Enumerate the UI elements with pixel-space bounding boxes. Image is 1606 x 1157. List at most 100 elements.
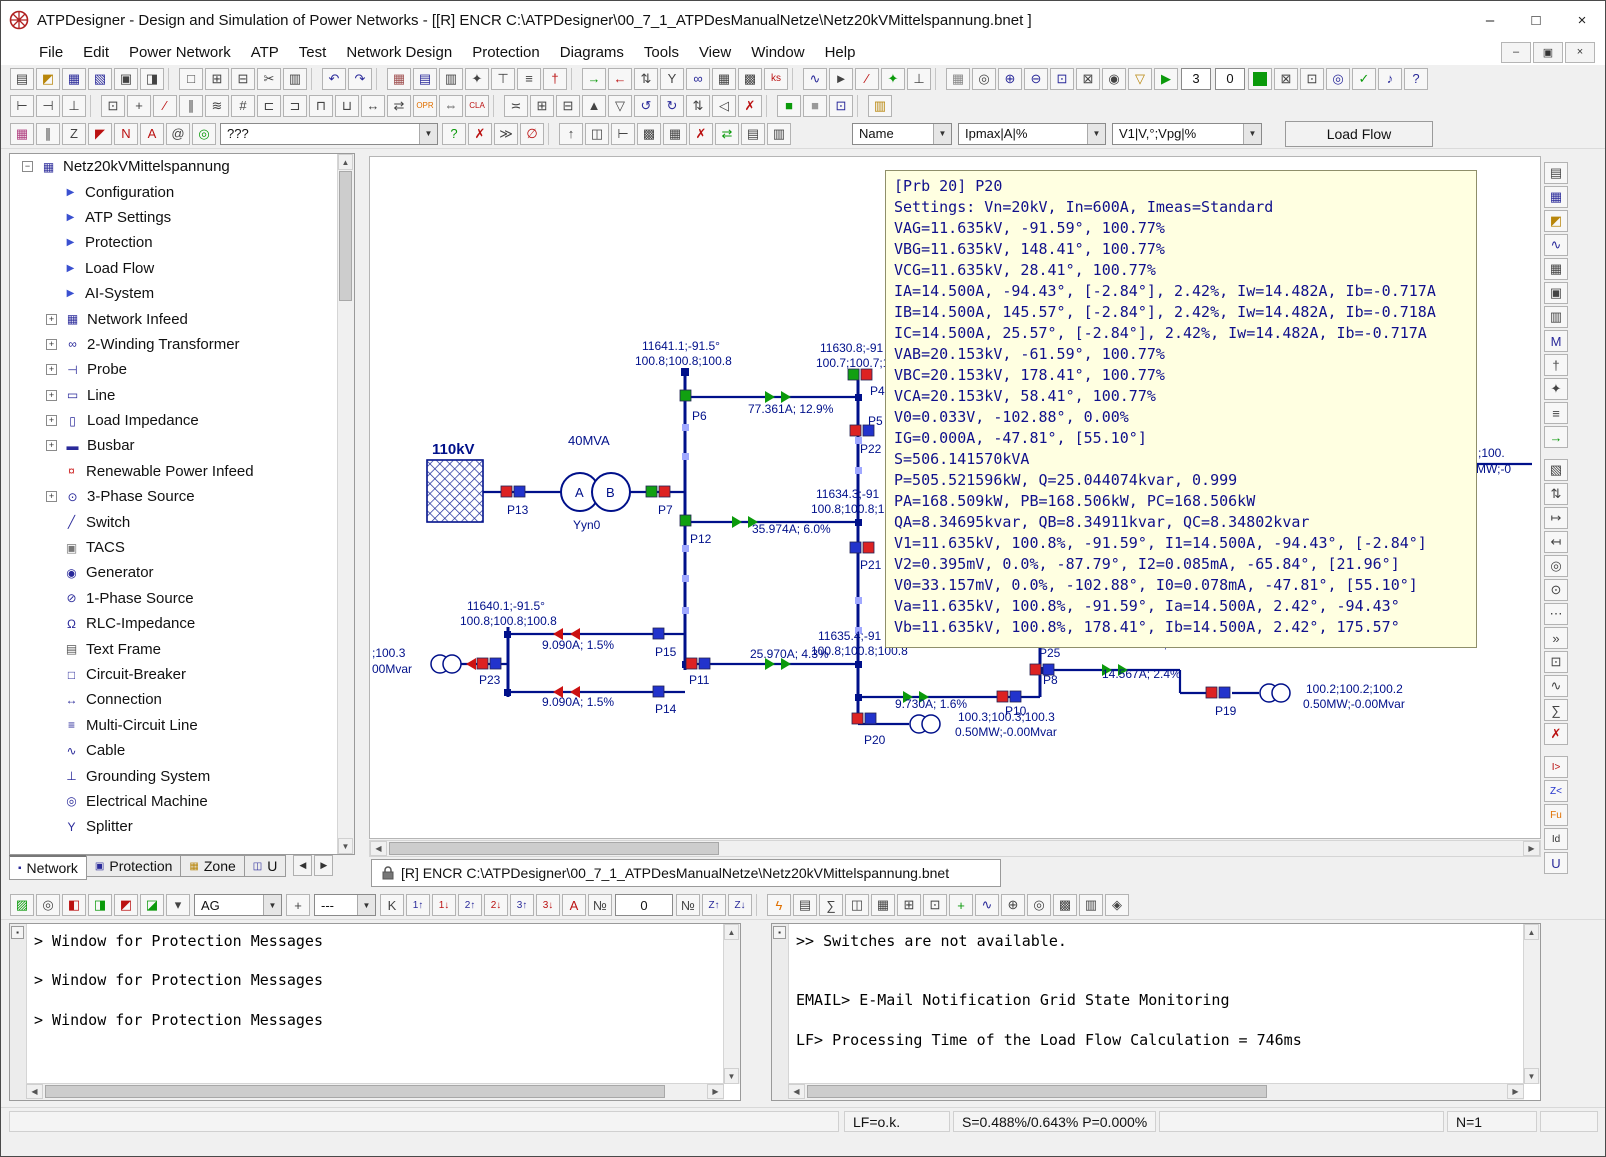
tree-item-cable[interactable]: ∿Cable: [10, 738, 354, 763]
flag-1-up-icon[interactable]: 1↑: [406, 894, 430, 916]
fast-icon[interactable]: »: [1544, 627, 1568, 649]
grid-2-icon[interactable]: ▦: [871, 894, 895, 916]
spread-icon[interactable]: ⇄: [387, 95, 411, 117]
scroll-down-icon[interactable]: ▼: [338, 838, 353, 854]
impedance-up-icon[interactable]: Z↑: [702, 894, 726, 916]
tree-item-text-frame[interactable]: ▤Text Frame: [10, 636, 354, 661]
ungroup-icon[interactable]: ⊟: [556, 95, 580, 117]
menu-test[interactable]: Test: [289, 42, 337, 63]
delete-result-icon[interactable]: ✗: [468, 123, 492, 145]
load-flow-button[interactable]: Load Flow: [1285, 121, 1433, 147]
protection-grid-icon[interactable]: ▩: [637, 123, 661, 145]
function-icon[interactable]: Fu: [1544, 804, 1568, 826]
value-field[interactable]: 0: [615, 894, 673, 916]
export-icon[interactable]: →: [582, 68, 606, 90]
scroll-up-icon[interactable]: ▲: [1524, 924, 1539, 940]
console-h-scrollbar[interactable]: ◀ ▶: [26, 1083, 724, 1100]
tree-item-renewable-power-infeed[interactable]: ¤Renewable Power Infeed: [10, 459, 354, 484]
flag-3-down-icon[interactable]: 3↓: [536, 894, 560, 916]
document-tab[interactable]: [R] ENCR C:\ATPDesigner\00_7_1_ATPDesMan…: [371, 859, 1001, 887]
counter-field-1[interactable]: 3: [1181, 68, 1211, 90]
layer-side-icon[interactable]: ▧: [1544, 459, 1568, 481]
scroll-left-icon[interactable]: ◀: [370, 841, 387, 856]
note-icon[interactable]: ♪: [1378, 68, 1402, 90]
scroll-down-icon[interactable]: ▼: [1524, 1068, 1539, 1084]
chart-side-icon[interactable]: ∿: [1544, 234, 1568, 256]
note-red-icon[interactable]: N: [114, 123, 138, 145]
tree-item-probe[interactable]: +⊣Probe: [10, 357, 354, 382]
draw-line-icon[interactable]: ∕: [855, 68, 879, 90]
font-icon[interactable]: A: [140, 123, 164, 145]
to-back-icon[interactable]: ▽: [608, 95, 632, 117]
to-front-icon[interactable]: ▲: [582, 95, 606, 117]
grid-icon[interactable]: ▦: [946, 68, 970, 90]
delete-side-icon[interactable]: ✗: [1544, 723, 1568, 745]
tree-item-2-winding-transformer[interactable]: +∞2-Winding Transformer: [10, 332, 354, 357]
align-right-icon[interactable]: ⊐: [283, 95, 307, 117]
stretch-icon[interactable]: ⇔: [439, 95, 463, 117]
scroll-right-icon[interactable]: ▶: [707, 1084, 724, 1099]
save-side-icon[interactable]: ▦: [1544, 186, 1568, 208]
pause-icon[interactable]: ∥: [179, 95, 203, 117]
redo-icon[interactable]: ↷: [348, 68, 372, 90]
zoom-in-icon[interactable]: ⊕: [998, 68, 1022, 90]
tree-item-circuit-breaker[interactable]: □Circuit-Breaker: [10, 662, 354, 687]
rotate-left-icon[interactable]: ↺: [634, 95, 658, 117]
scroll-right-icon[interactable]: ▶: [1507, 1084, 1524, 1099]
menu-atp[interactable]: ATP: [241, 42, 289, 63]
curve-icon[interactable]: ∿: [803, 68, 827, 90]
binoculars-icon[interactable]: ◎: [972, 68, 996, 90]
fill-gray-icon[interactable]: ■: [803, 95, 827, 117]
table-icon[interactable]: ▦: [712, 68, 736, 90]
mirror-icon[interactable]: ◁: [712, 95, 736, 117]
menu-power-network[interactable]: Power Network: [119, 42, 241, 63]
font-small-icon[interactable]: A: [562, 894, 586, 916]
terminal-icon[interactable]: ⊣: [36, 95, 60, 117]
tree-item-network-infeed[interactable]: +▦Network Infeed: [10, 306, 354, 331]
chevron-down-icon[interactable]: ▼: [357, 895, 375, 915]
print-icon[interactable]: ▣: [114, 68, 138, 90]
tree-item-ai-system[interactable]: ▶AI-System: [10, 281, 354, 306]
scroll-right-icon[interactable]: ▶: [1523, 841, 1540, 856]
result-table-icon[interactable]: ▤: [741, 123, 765, 145]
run-icon[interactable]: ▶: [1154, 68, 1178, 90]
highlight-icon[interactable]: ✦: [881, 68, 905, 90]
tree-item-rlc-impedance[interactable]: ΩRLC-Impedance: [10, 611, 354, 636]
menu-file[interactable]: File: [29, 42, 73, 63]
console-detach-button[interactable]: ▪: [11, 926, 24, 939]
chevron-down-icon[interactable]: ▼: [419, 124, 437, 144]
current-threshold-icon[interactable]: I>: [1544, 756, 1568, 778]
tab-prev-icon[interactable]: ◀: [293, 855, 312, 876]
check-icon[interactable]: ✓: [1352, 68, 1376, 90]
tree-item-grounding-system[interactable]: ⊥Grounding System: [10, 763, 354, 788]
canvas-h-scrollbar[interactable]: ◀ ▶: [369, 840, 1541, 857]
junction-icon[interactable]: ⊢: [10, 95, 34, 117]
tile-icon[interactable]: ⊞: [897, 894, 921, 916]
import-icon[interactable]: ←: [608, 68, 632, 90]
print-side-icon[interactable]: ▣: [1544, 282, 1568, 304]
tree-item-load-impedance[interactable]: +▯Load Impedance: [10, 408, 354, 433]
pin-position-icon[interactable]: +: [286, 894, 310, 916]
save-icon[interactable]: ▦: [62, 68, 86, 90]
group-icon[interactable]: ⊞: [530, 95, 554, 117]
query-run-icon[interactable]: ?: [442, 123, 466, 145]
copy-icon[interactable]: ⊞: [205, 68, 229, 90]
exchange-icon[interactable]: ⇄: [715, 123, 739, 145]
zoom-window-icon[interactable]: ⊠: [1076, 68, 1100, 90]
relay-matrix-icon[interactable]: ▦: [663, 123, 687, 145]
sum-side-icon[interactable]: ∑: [1544, 699, 1568, 721]
sheet-icon[interactable]: ▤: [793, 894, 817, 916]
expand-icon[interactable]: +: [46, 364, 57, 375]
z-order-icon[interactable]: Z: [62, 123, 86, 145]
scroll-up-icon[interactable]: ▲: [338, 154, 353, 170]
tree-item-electrical-machine[interactable]: ◎Electrical Machine: [10, 789, 354, 814]
name-combo[interactable]: Name ▼: [852, 123, 952, 145]
zoom-100-icon[interactable]: ⊡: [1050, 68, 1074, 90]
mdi-close-button[interactable]: ×: [1565, 42, 1595, 63]
maximize-button[interactable]: □: [1513, 1, 1559, 39]
constant-icon[interactable]: K: [380, 894, 404, 916]
window-split-icon[interactable]: ◫: [585, 123, 609, 145]
console-h-scrollbar[interactable]: ◀ ▶: [788, 1083, 1524, 1100]
wrench-icon[interactable]: ⊤: [491, 68, 515, 90]
meter-side-icon[interactable]: ◎: [1544, 555, 1568, 577]
